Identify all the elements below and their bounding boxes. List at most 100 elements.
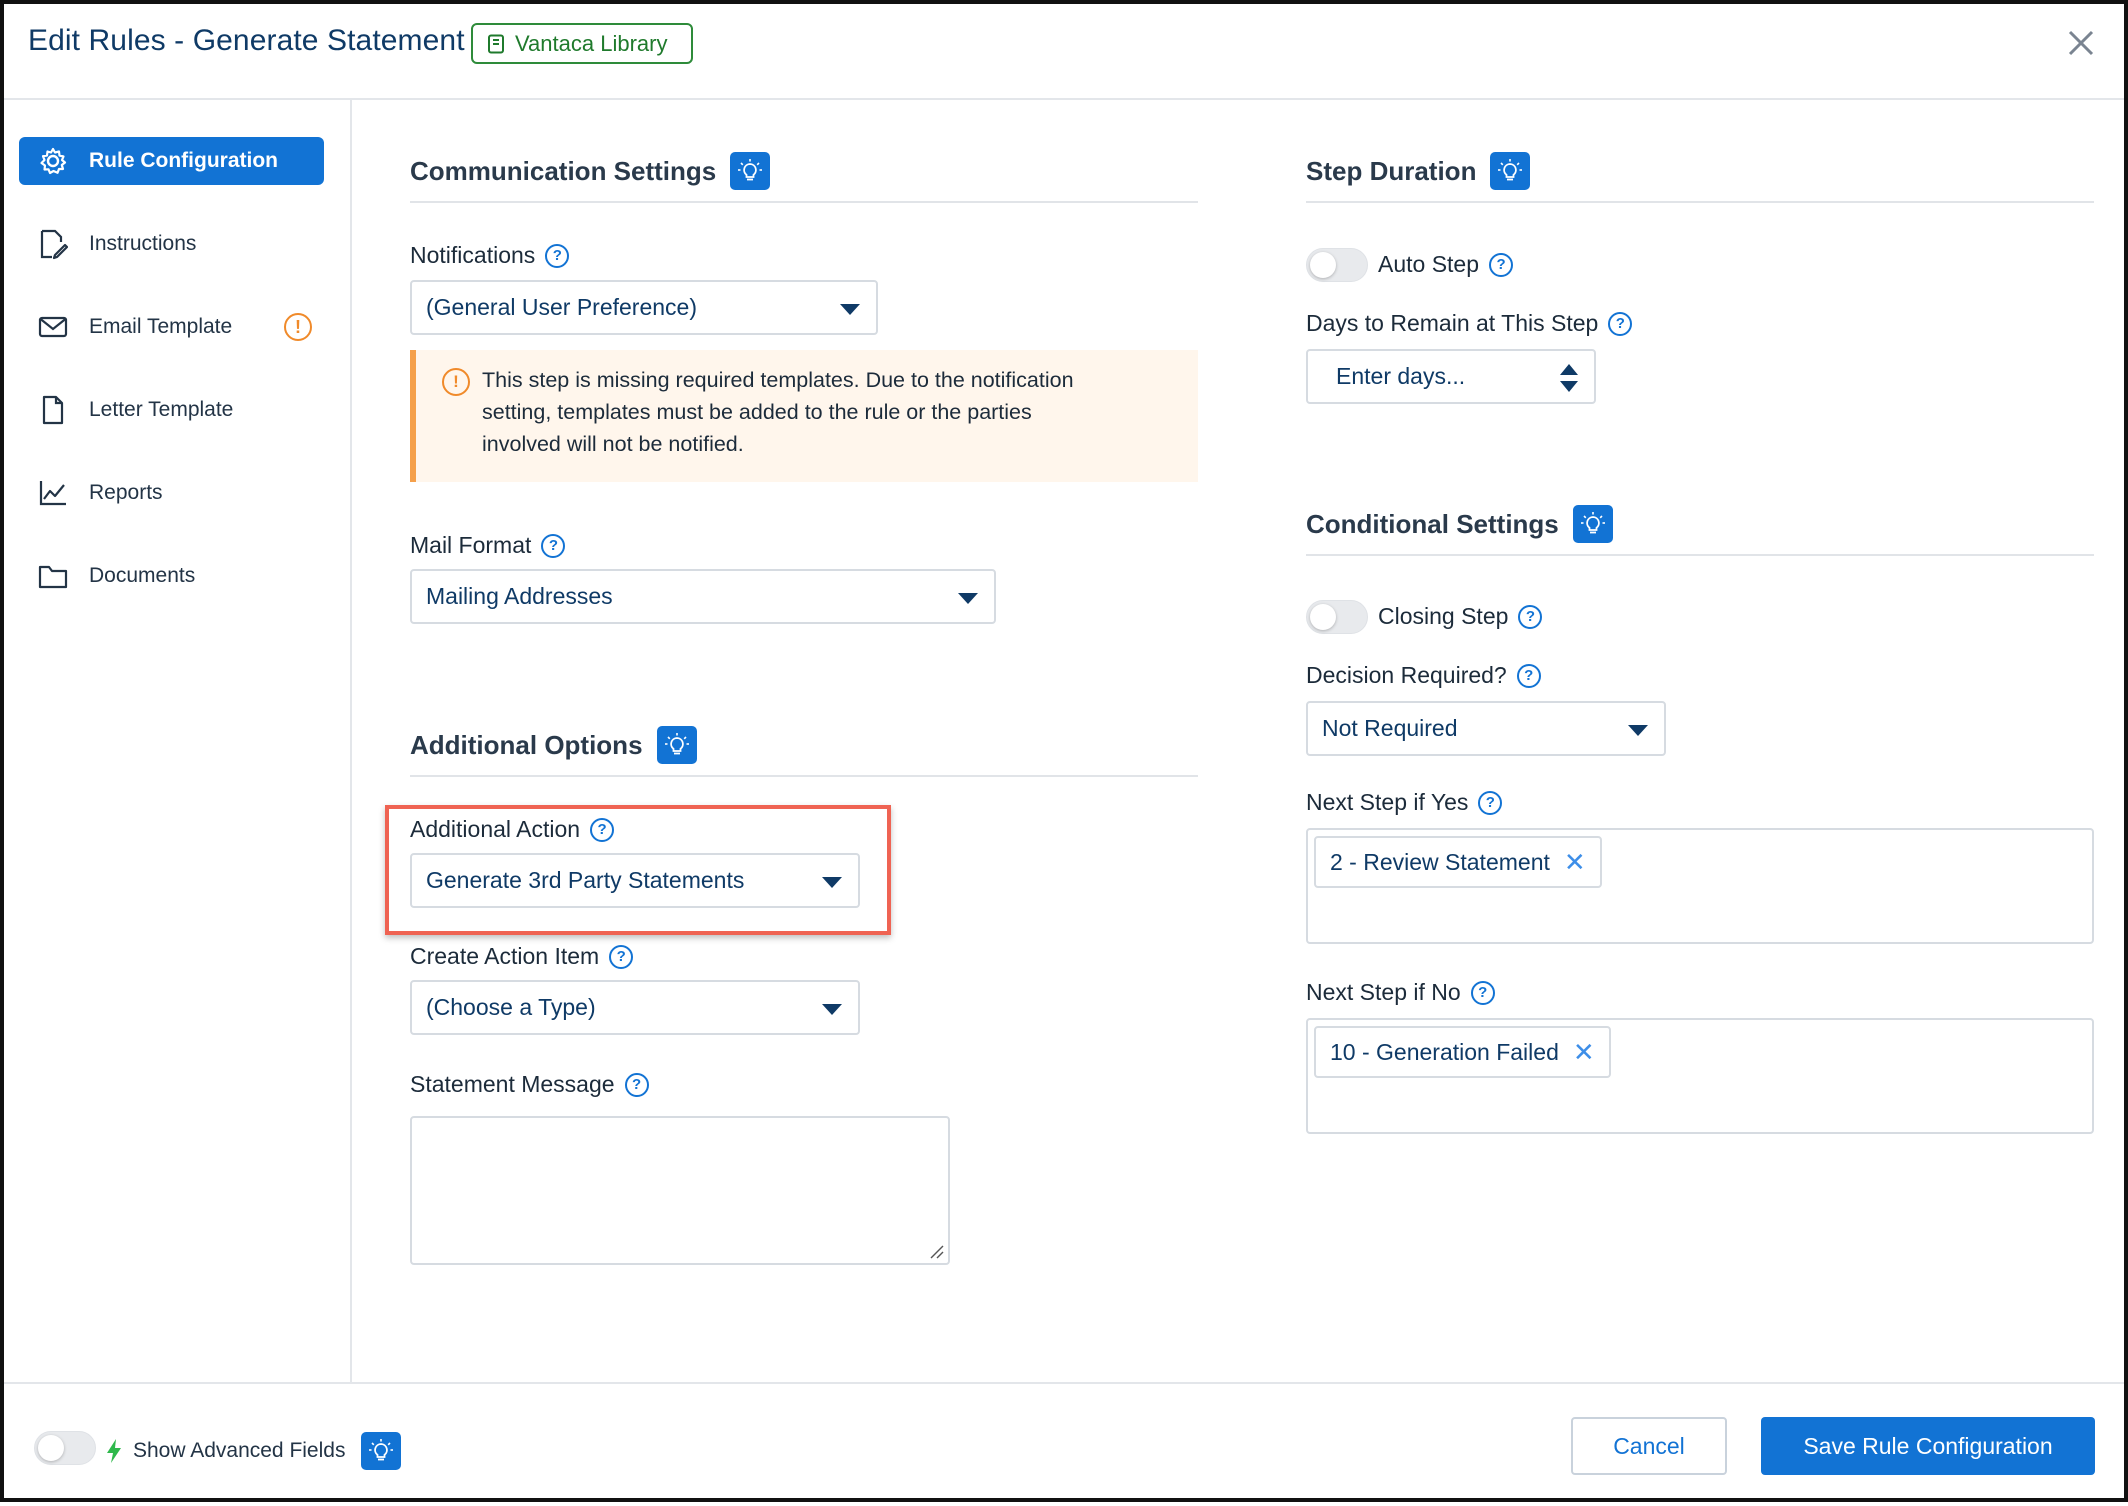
sidebar-item-label: Email Template [89,315,233,338]
select-value: (Choose a Type) [426,994,596,1020]
additional-action-select[interactable]: Generate 3rd Party Statements [410,853,860,908]
sidebar-item-label: Reports [89,481,163,504]
save-rule-configuration-button[interactable]: Save Rule Configuration [1761,1417,2095,1475]
select-value: Not Required [1322,715,1458,741]
sidebar-item-label: Letter Template [89,398,234,421]
closing-step-label: Closing Step ? [1378,603,1543,630]
sidebar-item-label: Instructions [89,232,197,255]
label-text: Notifications [410,242,536,268]
cancel-button[interactable]: Cancel [1571,1417,1727,1475]
section-title: Communication Settings [410,155,717,186]
selected-step-chip: 10 - Generation Failed ✕ [1314,1026,1611,1078]
section-divider [410,775,1198,777]
warning-icon: ! [284,313,312,341]
help-icon[interactable]: ? [545,243,570,268]
lightbulb-icon[interactable] [361,1432,402,1470]
next-step-no-multiselect[interactable]: 10 - Generation Failed ✕ [1306,1018,2094,1134]
help-icon[interactable]: ? [590,817,615,842]
folder-icon [37,560,69,592]
help-icon[interactable]: ? [1518,604,1543,629]
dialog-title: Edit Rules - Generate Statement [28,24,465,57]
auto-step-toggle[interactable] [1306,248,1368,282]
create-action-item-select[interactable]: (Choose a Type) [410,980,860,1035]
lightbulb-icon[interactable] [656,726,697,764]
section-divider [410,201,1198,203]
conditional-settings-heading: Conditional Settings [1306,505,1613,543]
days-stepper-input[interactable]: Enter days... [1306,349,1596,404]
label-text: Mail Format [410,532,532,558]
mail-format-label: Mail Format ? [410,532,566,559]
caret-down-icon [840,304,860,315]
lightbulb-icon[interactable] [1572,505,1613,543]
statement-message-label: Statement Message ? [410,1071,649,1098]
help-icon[interactable]: ? [1470,980,1495,1005]
label-text: Additional Action [410,816,581,842]
vantaca-library-badge[interactable]: Vantaca Library [471,23,693,64]
additional-action-label: Additional Action ? [410,816,615,843]
additional-options-heading: Additional Options [410,726,697,764]
help-icon[interactable]: ? [1489,252,1514,277]
section-title: Conditional Settings [1306,508,1559,539]
caret-down-icon [958,593,978,604]
line-chart-icon [37,477,69,509]
library-badge-label: Vantaca Library [515,30,668,56]
mail-format-select[interactable]: Mailing Addresses [410,569,996,624]
sidebar-item-instructions[interactable]: Instructions [19,220,324,268]
label-text: Decision Required? [1306,662,1507,688]
sidebar-nav: Rule Configuration Instructions Email Te… [4,100,352,1382]
selected-step-chip: 2 - Review Statement ✕ [1314,836,1602,888]
book-icon [488,34,504,53]
remove-chip-icon[interactable]: ✕ [1564,849,1586,875]
section-divider [1306,201,2094,203]
sidebar-item-email-template[interactable]: Email Template ! [19,303,324,351]
lightbulb-icon[interactable] [730,152,771,190]
closing-step-toggle[interactable] [1306,600,1368,634]
help-icon[interactable]: ? [609,944,634,969]
alert-text-line: setting, templates must be added to the … [482,400,1032,424]
next-step-no-label: Next Step if No ? [1306,979,1495,1006]
next-step-yes-label: Next Step if Yes ? [1306,789,1503,816]
label-text: Days to Remain at This Step [1306,310,1599,336]
document-icon [37,394,69,426]
section-title: Step Duration [1306,155,1477,186]
help-icon[interactable]: ? [1478,790,1503,815]
label-text: Closing Step [1378,603,1509,629]
notifications-label: Notifications ? [410,242,570,269]
caret-down-icon [822,877,842,888]
gear-icon [37,145,69,177]
chip-label: 10 - Generation Failed [1330,1038,1559,1065]
sidebar-item-letter-template[interactable]: Letter Template [19,386,324,434]
decision-required-select[interactable]: Not Required [1306,701,1666,756]
show-advanced-fields-toggle[interactable] [34,1431,96,1465]
help-icon[interactable]: ? [1516,663,1541,688]
resize-grip-icon[interactable] [928,1243,944,1259]
label-text: Next Step if Yes [1306,789,1469,815]
sidebar-item-documents[interactable]: Documents [19,552,324,600]
label-text: Next Step if No [1306,979,1461,1005]
label-text: Statement Message [410,1071,615,1097]
alert-text-line: involved will not be notified. [482,432,744,456]
next-step-yes-multiselect[interactable]: 2 - Review Statement ✕ [1306,828,2094,944]
communication-settings-heading: Communication Settings [410,152,771,190]
label-text: Create Action Item [410,943,600,969]
envelope-icon [37,311,69,343]
statement-message-textarea[interactable] [410,1116,950,1265]
spinner-arrows-icon[interactable] [1558,363,1580,393]
sidebar-item-reports[interactable]: Reports [19,469,324,517]
remove-chip-icon[interactable]: ✕ [1573,1039,1595,1065]
section-divider [1306,554,2094,556]
help-icon[interactable]: ? [1608,311,1633,336]
select-value: Generate 3rd Party Statements [426,867,745,893]
stepper-placeholder: Enter days... [1336,363,1466,389]
help-icon[interactable]: ? [541,533,566,558]
help-icon[interactable]: ? [624,1072,649,1097]
close-icon[interactable] [2064,26,2098,60]
notifications-select[interactable]: (General User Preference) [410,280,878,335]
label-text: Auto Step [1378,251,1480,277]
pencil-document-icon [37,228,69,260]
lightbulb-icon[interactable] [1490,152,1531,190]
auto-step-label: Auto Step ? [1378,251,1514,278]
select-value: Mailing Addresses [426,583,613,609]
sidebar-item-rule-configuration[interactable]: Rule Configuration [19,137,324,185]
edit-rules-dialog: Edit Rules - Generate Statement Vantaca … [0,0,2128,1502]
